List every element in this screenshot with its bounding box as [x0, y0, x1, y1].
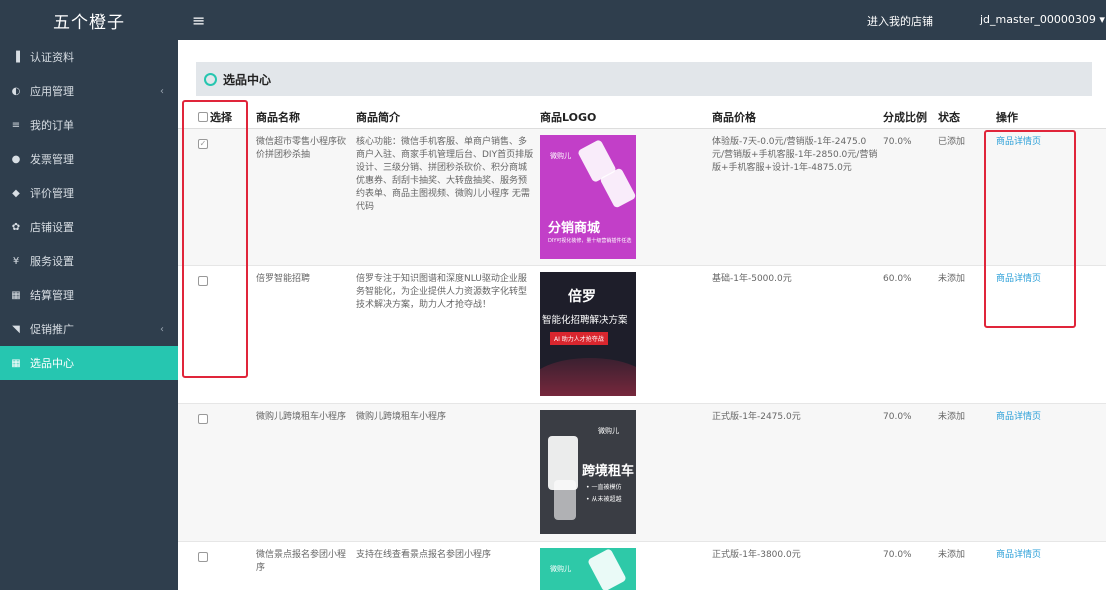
sidebar: ▐ 认证资料 ◐ 应用管理 ‹ ≡ 我的订单 ● 发票管理 ◆ 评价管理 ✿ 店…	[0, 40, 178, 590]
sidebar-item-app-management[interactable]: ◐ 应用管理 ‹	[0, 74, 178, 108]
sidebar-item-label: 选品中心	[30, 357, 74, 370]
logo-subtitle: 智能化招聘解决方案	[542, 315, 628, 326]
product-logo: 微购儿 分销商城 DIY可视化装修，量十级营销插件任选	[540, 135, 636, 259]
sidebar-item-label: 我的订单	[30, 119, 74, 132]
status-badge: 未添加	[938, 412, 966, 422]
header-logo: 商品LOGO	[540, 111, 597, 124]
product-logo: 倍罗 智能化招聘解决方案 AI 助力人才抢夺战	[540, 272, 636, 396]
product-price: 正式版-1年-3800.0元	[712, 550, 801, 560]
row-checkbox[interactable]	[198, 552, 208, 562]
header-action: 操作	[996, 111, 1018, 124]
table-row: 倍罗智能招聘 倍罗专注于知识图谱和深度NLU驱动企业服务智能化，为企业提供人力资…	[178, 266, 1106, 404]
detail-link[interactable]: 商品详情页	[996, 411, 1041, 424]
sidebar-item-promotion[interactable]: ◥ 促销推广 ‹	[0, 312, 178, 346]
comment-icon: ◆	[12, 187, 20, 199]
chevron-left-icon: ‹	[160, 323, 164, 335]
gear-icon: ✿	[11, 221, 21, 233]
sidebar-item-reviews[interactable]: ◆ 评价管理	[0, 176, 178, 210]
logo-subtitle: • 从未被超越	[586, 496, 622, 503]
sidebar-item-label: 结算管理	[30, 289, 74, 302]
product-price: 基础-1年-5000.0元	[712, 274, 792, 284]
header-name: 商品名称	[256, 111, 300, 124]
header-intro: 商品简介	[356, 111, 400, 124]
sidebar-item-orders[interactable]: ≡ 我的订单	[0, 108, 178, 142]
highlight-box-select	[182, 100, 248, 378]
circle-icon	[204, 72, 217, 86]
product-price: 体验版-7天-0.0元/营销版-1年-2475.0元/营销版+手机客服-1年-2…	[712, 137, 878, 173]
top-bar: 五个橙子 ≡ 进入我的店铺 jd_master_00000309 ▾	[0, 0, 1106, 40]
table-row: ✓ 微信超市零售小程序砍价拼团秒杀抽 核心功能：微信手机客服、单商户销售、多商户…	[178, 129, 1106, 266]
product-name: 微信景点报名参团小程序	[256, 550, 347, 573]
commission-ratio: 70.0%	[883, 137, 912, 147]
phone-mockup	[587, 548, 627, 590]
sidebar-item-settlement[interactable]: ▦ 结算管理	[0, 278, 178, 312]
product-intro: 微购儿跨境租车小程序	[356, 412, 447, 422]
logo-subtitle: • 一直被模仿	[586, 484, 622, 491]
table-row: 微购儿跨境租车小程序 微购儿跨境租车小程序 微购儿 跨境租车 • 一直被模仿 •…	[178, 404, 1106, 542]
brand-mark: 微购儿	[598, 427, 619, 435]
sidebar-item-service-settings[interactable]: ¥ 服务设置	[0, 244, 178, 278]
commission-ratio: 70.0%	[883, 412, 912, 422]
product-name: 微信超市零售小程序砍价拼团秒杀抽	[256, 137, 347, 160]
row-checkbox[interactable]	[198, 414, 208, 424]
product-price: 正式版-1年-2475.0元	[712, 412, 801, 422]
logo-decoration	[540, 358, 636, 396]
brand-mark: 微购儿	[550, 152, 571, 160]
logo-tag: AI 助力人才抢夺战	[550, 332, 608, 345]
header-price: 商品价格	[712, 111, 756, 124]
sidebar-item-label: 评价管理	[30, 187, 74, 200]
logo-title: 分销商城	[548, 221, 601, 236]
invoice-icon: ●	[11, 153, 21, 165]
commission-ratio: 70.0%	[883, 550, 912, 560]
table-row: 微信景点报名参团小程序 支持在线查看景点报名参团小程序 微购儿 正式版-1年-3…	[178, 542, 1106, 590]
sidebar-item-label: 店铺设置	[30, 221, 74, 234]
sidebar-item-certification[interactable]: ▐ 认证资料	[0, 40, 178, 74]
app-icon: ◐	[11, 85, 21, 97]
brand-mark: 微购儿	[550, 565, 571, 573]
sidebar-item-product-selection[interactable]: ▦ 选品中心	[0, 346, 178, 380]
status-badge: 已添加	[938, 137, 966, 147]
highlight-box-action	[984, 130, 1076, 328]
product-logo: 微购儿	[540, 548, 636, 590]
product-name: 微购儿跨境租车小程序	[256, 412, 347, 422]
sidebar-item-label: 认证资料	[30, 51, 74, 64]
enter-store-link[interactable]: 进入我的店铺	[867, 13, 933, 29]
header-ratio: 分成比例	[883, 111, 927, 124]
header-status: 状态	[938, 111, 960, 124]
sidebar-item-store-settings[interactable]: ✿ 店铺设置	[0, 210, 178, 244]
detail-link[interactable]: 商品详情页	[996, 549, 1041, 562]
commission-ratio: 60.0%	[883, 274, 912, 284]
user-menu[interactable]: jd_master_00000309 ▾	[980, 13, 1105, 26]
chevron-left-icon: ‹	[160, 85, 164, 97]
sidebar-item-invoices[interactable]: ● 发票管理	[0, 142, 178, 176]
brand-logo[interactable]: 五个橙子	[0, 0, 178, 40]
table-header: 选择 商品名称 商品简介 商品LOGO 商品价格 分成比例 状态 操作	[178, 104, 1106, 129]
sidebar-item-label: 发票管理	[30, 153, 74, 166]
product-name: 倍罗智能招聘	[256, 274, 311, 284]
sidebar-item-label: 应用管理	[30, 85, 74, 98]
product-intro: 支持在线查看景点报名参团小程序	[356, 550, 492, 560]
product-intro: 核心功能：微信手机客服、单商户销售、多商户入驻、商家手机管理后台、DIY首页排版…	[356, 137, 534, 212]
phone-mockup	[554, 480, 576, 520]
page-title: 选品中心	[223, 72, 272, 87]
product-logo: 微购儿 跨境租车 • 一直被模仿 • 从未被超越	[540, 410, 636, 534]
document-icon: ▐	[12, 51, 20, 63]
tag-icon: ◥	[12, 323, 20, 335]
logo-title: 跨境租车	[582, 464, 635, 479]
yen-icon: ¥	[12, 255, 20, 267]
sidebar-item-label: 促销推广	[30, 323, 74, 336]
list-icon: ≡	[11, 119, 21, 131]
menu-icon[interactable]: ≡	[192, 11, 205, 30]
section-header: 选品中心	[196, 62, 1092, 96]
logo-title: 倍罗	[568, 289, 596, 305]
status-badge: 未添加	[938, 550, 966, 560]
product-intro: 倍罗专注于知识图谱和深度NLU驱动企业服务智能化，为企业提供人力资源数字化转型技…	[356, 274, 528, 310]
logo-subtitle: DIY可视化装修，量十级营销插件任选	[548, 238, 632, 244]
main-content: 选品中心 选择 商品名称 商品简介 商品LOGO 商品价格 分成比例 状态 操作…	[178, 40, 1106, 590]
status-badge: 未添加	[938, 274, 966, 284]
sidebar-item-label: 服务设置	[30, 255, 74, 268]
calculator-icon: ▦	[11, 289, 21, 301]
calculator-icon: ▦	[11, 357, 21, 369]
